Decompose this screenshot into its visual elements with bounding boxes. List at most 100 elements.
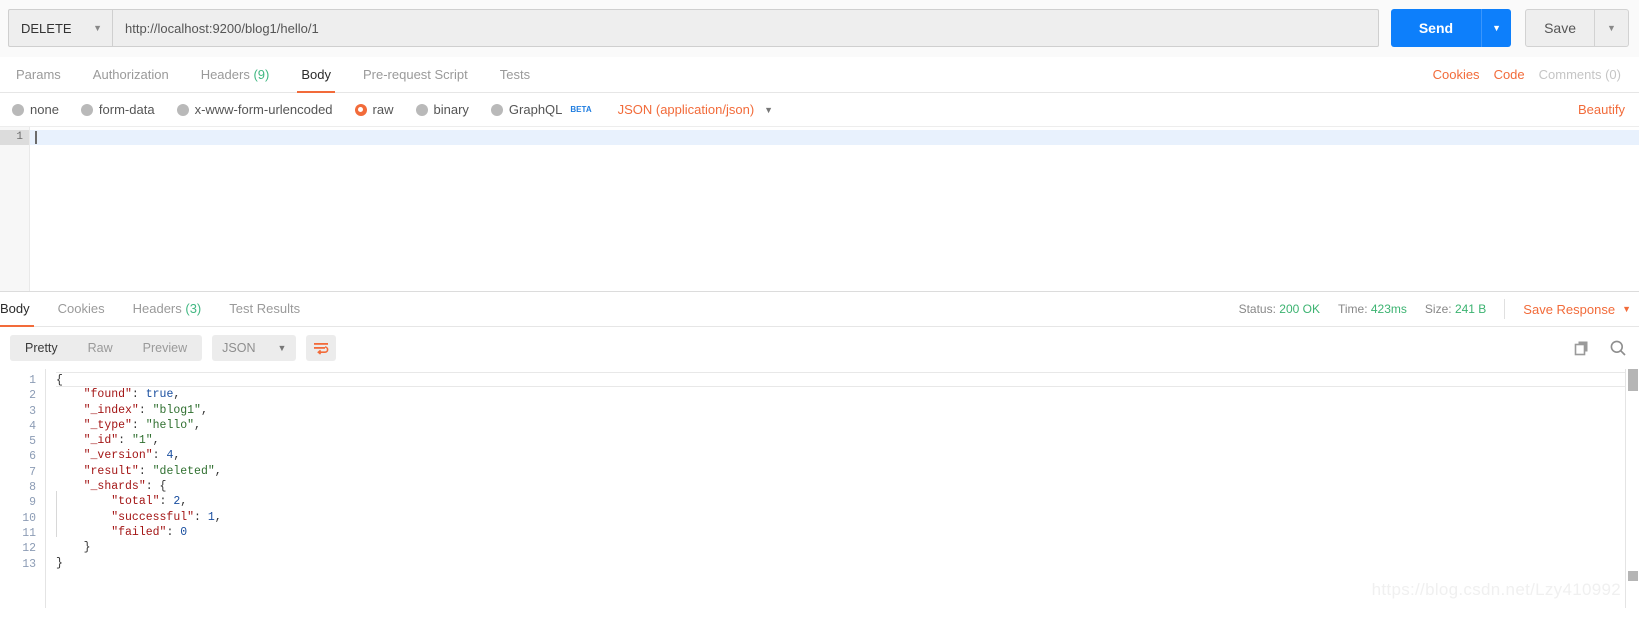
http-method-select[interactable]: DELETE ▼: [8, 9, 113, 47]
code-token: ,: [152, 434, 160, 448]
tab-headers[interactable]: Headers (9): [185, 57, 286, 93]
code-token: {: [56, 374, 63, 387]
search-button[interactable]: [1609, 339, 1627, 357]
response-json-content[interactable]: { "found": true, "_index": "blog1", "_ty…: [46, 369, 1639, 608]
body-type-label: GraphQL: [508, 102, 563, 117]
response-tab-cookies[interactable]: Cookies: [44, 291, 119, 327]
body-type-raw[interactable]: raw: [354, 102, 394, 117]
content-type-select[interactable]: JSON (application/json): [618, 102, 755, 117]
code-token: :: [138, 403, 153, 417]
tab-label: Headers: [200, 66, 250, 82]
code-token: :: [118, 434, 132, 448]
beautify-button[interactable]: Beautify: [1578, 102, 1625, 117]
code-token: ,: [214, 510, 222, 524]
code-token: :: [152, 449, 167, 463]
tab-params[interactable]: Params: [0, 57, 77, 93]
status-group: Status: 200 OK: [1239, 302, 1320, 316]
send-button-group: Send ▼: [1390, 9, 1512, 47]
tab-count: (9): [253, 66, 270, 82]
size-value: 241 B: [1454, 302, 1487, 316]
chevron-down-icon[interactable]: ▼: [764, 105, 773, 115]
code-token: "blog1": [152, 403, 201, 417]
comments-link[interactable]: Comments (0): [1539, 67, 1621, 82]
cookies-link[interactable]: Cookies: [1433, 67, 1480, 82]
url-input[interactable]: [113, 9, 1379, 47]
body-type-label: none: [30, 102, 59, 117]
body-type-form-data[interactable]: form-data: [80, 102, 155, 117]
http-method-label: DELETE: [21, 20, 72, 36]
send-options-button[interactable]: ▼: [1481, 9, 1512, 47]
scrollbar-thumb-secondary[interactable]: [1628, 571, 1638, 581]
response-toolbar-actions: [1574, 339, 1627, 357]
size-label: Size:: [1424, 302, 1452, 316]
response-gutter: 1 2 3 4 5 6 7 8 9 10 11 12 13: [0, 369, 46, 608]
request-url-bar: DELETE ▼ Send ▼ Save ▼: [0, 0, 1639, 57]
send-button[interactable]: Send: [1390, 9, 1482, 47]
code-line: "_index": "blog1",: [56, 403, 1639, 418]
body-type-selector: none form-data x-www-form-urlencoded raw…: [0, 93, 1639, 126]
code-link[interactable]: Code: [1494, 67, 1525, 82]
tab-authorization[interactable]: Authorization: [77, 57, 185, 93]
status-label: Status:: [1238, 302, 1276, 316]
view-mode-preview[interactable]: Preview: [128, 335, 202, 361]
scrollbar-thumb[interactable]: [1628, 369, 1638, 391]
code-token: ,: [200, 403, 208, 417]
tab-tests[interactable]: Tests: [484, 57, 546, 93]
view-mode-raw[interactable]: Raw: [73, 335, 128, 361]
line-number: 7: [29, 465, 36, 479]
response-tab-body[interactable]: Body: [0, 291, 44, 327]
code-token: :: [131, 418, 146, 432]
line-number: 3: [29, 404, 36, 418]
response-body-viewer[interactable]: 1 2 3 4 5 6 7 8 9 10 11 12 13 { "found": true, "_ind…: [0, 369, 1639, 608]
save-options-button[interactable]: ▼: [1595, 9, 1629, 47]
chevron-down-icon: ▼: [1492, 23, 1502, 33]
code-token: "_id": [83, 434, 119, 448]
response-tab-headers[interactable]: Headers (3): [119, 291, 216, 327]
chevron-down-icon: ▼: [93, 22, 102, 33]
body-type-graphql[interactable]: GraphQL BETA: [490, 102, 592, 117]
response-format-select[interactable]: JSON ▼: [212, 335, 297, 361]
line-number: 12: [22, 542, 36, 556]
line-number: 5: [29, 435, 36, 449]
vertical-scrollbar[interactable]: [1625, 369, 1639, 608]
chevron-down-icon: ▼: [277, 343, 287, 353]
code-line: "_shards": {: [56, 479, 1639, 494]
request-editor-content[interactable]: [30, 127, 1639, 291]
view-mode-pretty[interactable]: Pretty: [10, 335, 73, 361]
copy-icon: [1574, 341, 1588, 355]
code-token: :: [159, 495, 174, 509]
line-number: 1: [0, 130, 29, 145]
line-number: 9: [29, 496, 36, 510]
tab-pre-request-script[interactable]: Pre-request Script: [347, 57, 484, 93]
code-token: 1: [207, 510, 215, 524]
tab-body[interactable]: Body: [285, 57, 347, 93]
body-type-x-www-form-urlencoded[interactable]: x-www-form-urlencoded: [176, 102, 333, 117]
tab-label: Test Results: [229, 301, 301, 316]
time-label: Time:: [1337, 302, 1368, 316]
code-token: "total": [111, 495, 160, 509]
response-tab-test-results[interactable]: Test Results: [215, 291, 314, 327]
time-value: 423ms: [1370, 302, 1407, 316]
code-token: : {: [145, 480, 167, 494]
code-token: "failed": [111, 525, 167, 539]
code-line: "found": true,: [56, 387, 1639, 402]
save-button[interactable]: Save: [1525, 9, 1595, 47]
request-body-editor[interactable]: 1: [0, 126, 1639, 291]
beta-badge: BETA: [570, 105, 592, 114]
body-type-none[interactable]: none: [12, 102, 59, 117]
line-number: 4: [29, 419, 36, 433]
copy-button[interactable]: [1574, 340, 1591, 357]
code-token: ,: [180, 495, 188, 509]
response-format-label: JSON: [222, 341, 256, 355]
body-type-binary[interactable]: binary: [415, 102, 469, 117]
code-token: :: [194, 510, 208, 524]
wrap-lines-button[interactable]: [306, 335, 337, 361]
save-response-button[interactable]: Save Response ▼: [1523, 302, 1631, 317]
code-line: "failed": 0: [56, 525, 1639, 540]
